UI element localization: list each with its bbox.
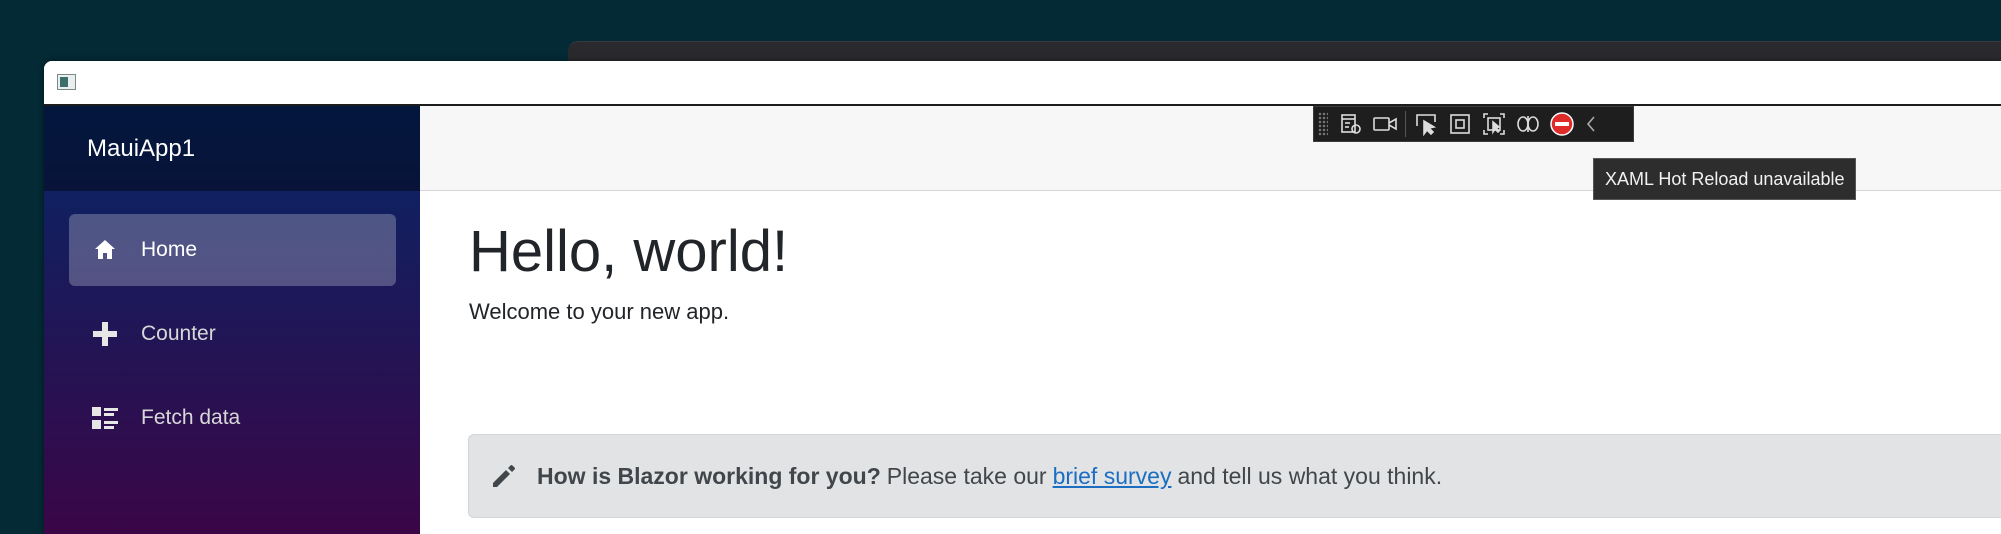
sidebar: MauiApp1 Home Counter Fetch data bbox=[44, 106, 420, 534]
title-bar[interactable] bbox=[44, 61, 2001, 106]
nav-menu: Home Counter Fetch data bbox=[44, 191, 420, 454]
page-content: Hello, world! Welcome to your new app. bbox=[420, 191, 2001, 325]
select-element-icon[interactable] bbox=[1409, 107, 1443, 141]
toolbar-separator bbox=[1405, 111, 1406, 137]
app-window: MauiApp1 Home Counter Fetch data Hello, … bbox=[44, 61, 2001, 534]
page-title: Hello, world! bbox=[469, 219, 789, 284]
video-camera-icon[interactable] bbox=[1368, 107, 1402, 141]
nav-item-label: Fetch data bbox=[141, 406, 241, 429]
xaml-hot-reload-toolbar bbox=[1313, 106, 1634, 142]
collapse-toolbar-icon[interactable] bbox=[1579, 107, 1603, 141]
plus-icon bbox=[91, 320, 119, 348]
home-icon bbox=[91, 236, 119, 264]
nav-item-home[interactable]: Home bbox=[69, 214, 396, 286]
pencil-icon bbox=[491, 463, 517, 489]
display-layout-adorners-icon[interactable] bbox=[1443, 107, 1477, 141]
welcome-text: Welcome to your new app. bbox=[469, 299, 730, 324]
brand-bar: MauiApp1 bbox=[44, 106, 420, 191]
survey-link[interactable]: brief survey bbox=[1053, 463, 1172, 490]
nav-item-fetch-data[interactable]: Fetch data bbox=[69, 382, 396, 454]
nav-item-label: Home bbox=[141, 238, 198, 261]
hot-reload-unavailable-icon[interactable] bbox=[1545, 107, 1579, 141]
binding-failures-icon[interactable] bbox=[1511, 107, 1545, 141]
track-focused-element-icon[interactable] bbox=[1477, 107, 1511, 141]
survey-prefix: Please take our bbox=[886, 462, 1047, 489]
list-rich-icon bbox=[91, 404, 119, 432]
nav-item-counter[interactable]: Counter bbox=[69, 298, 396, 370]
nav-item-label: Counter bbox=[141, 322, 216, 345]
app-icon bbox=[57, 74, 76, 90]
live-visual-tree-icon[interactable] bbox=[1334, 107, 1368, 141]
brand-name[interactable]: MauiApp1 bbox=[87, 135, 195, 163]
survey-question: How is Blazor working for you? bbox=[537, 462, 881, 489]
hot-reload-tooltip: XAML Hot Reload unavailable bbox=[1593, 158, 1857, 200]
survey-prompt: How is Blazor working for you? Please ta… bbox=[468, 434, 2001, 518]
toolbar-grip-icon[interactable] bbox=[1318, 112, 1328, 136]
survey-suffix: and tell us what you think. bbox=[1177, 462, 1443, 489]
